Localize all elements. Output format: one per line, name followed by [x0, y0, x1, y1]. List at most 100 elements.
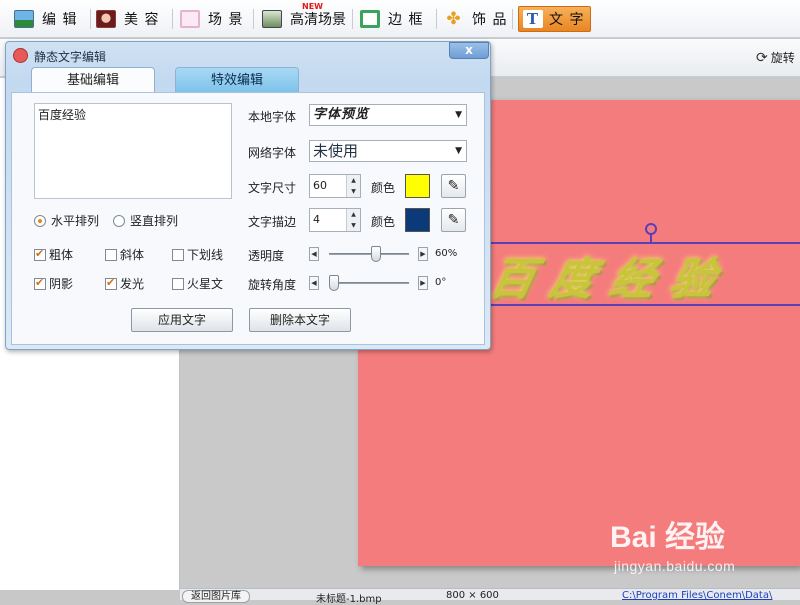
text-color-label: 颜色: [371, 181, 396, 195]
glow-label: 发光: [120, 277, 145, 291]
martian-text-checkbox[interactable]: 火星文: [172, 275, 223, 292]
edit-tab-label: 编 辑: [42, 12, 78, 28]
checkbox-checked-icon: [105, 276, 117, 290]
slider-right-icon[interactable]: ▶: [418, 276, 428, 290]
status-filename: 未标题-1.bmp: [316, 594, 382, 605]
checkbox-unchecked-icon: [172, 248, 184, 261]
tab-effects-edit[interactable]: 特效编辑: [175, 67, 299, 93]
rotation-slider-thumb[interactable]: [329, 275, 339, 291]
ornament-tab-label: 饰 品: [472, 12, 508, 28]
text-color-swatch[interactable]: [405, 174, 430, 198]
hd-scene-tab-label: 高清场景: [290, 12, 346, 28]
rotation-value: 0°: [435, 277, 447, 288]
horizontal-layout-radio[interactable]: 水平排列: [34, 212, 99, 229]
close-button[interactable]: x: [449, 42, 489, 59]
shadow-label: 阴影: [49, 277, 74, 291]
tab-basic-edit[interactable]: 基础编辑: [31, 67, 155, 93]
toolbar-divider: [253, 9, 254, 29]
toolbar-divider: [90, 9, 91, 29]
net-font-select[interactable]: 未使用 ▼: [309, 140, 467, 162]
delete-text-button[interactable]: 删除本文字: [249, 308, 351, 332]
text-size-stepper[interactable]: 60 ▲ ▼: [309, 174, 361, 198]
ornament-tab-button[interactable]: ✤ 饰 品: [444, 7, 507, 31]
radio-selected-icon: [34, 214, 46, 227]
text-stroke-stepper[interactable]: 4 ▲ ▼: [309, 208, 361, 232]
rotation-slider-track[interactable]: [329, 282, 409, 284]
dialog-title: 静态文字编辑: [34, 50, 107, 64]
rotate-handle[interactable]: [645, 223, 657, 235]
opacity-slider-thumb[interactable]: [371, 246, 381, 262]
status-file-path[interactable]: C:\Program Files\Conem\Data\: [622, 590, 772, 601]
stroke-color-swatch[interactable]: [405, 208, 430, 232]
scene-frame-icon: [180, 10, 200, 28]
net-font-value: 未使用: [313, 142, 359, 160]
eyedropper-icon[interactable]: ✎: [441, 174, 466, 198]
main-toolbar: 编 辑 美 容 场 景 高清场景 NEW 边 框 ✤ 饰 品 T 文 字: [0, 0, 800, 38]
local-font-value: 字体预览: [313, 107, 370, 122]
checkbox-unchecked-icon: [172, 277, 184, 290]
stepper-arrows-icon[interactable]: ▲ ▼: [346, 209, 360, 231]
chevron-down-icon: ▼: [455, 146, 462, 156]
net-font-label: 网络字体: [248, 146, 297, 160]
rotate-button[interactable]: ⟳ 旋转: [756, 49, 795, 66]
toolbar-divider: [172, 9, 173, 29]
new-badge: NEW: [302, 2, 323, 11]
toolbar-divider: [436, 9, 437, 29]
border-tab-button[interactable]: 边 框: [360, 7, 423, 31]
static-text-edit-dialog: 静态文字编辑 x 基础编辑 特效编辑 百度经验 水平排列 竖直排列 粗体 斜体 …: [5, 41, 491, 350]
text-stroke-label: 文字描边: [248, 215, 297, 229]
underline-label: 下划线: [187, 248, 224, 262]
stepper-arrows-icon[interactable]: ▲ ▼: [346, 175, 360, 197]
text-content-input[interactable]: 百度经验: [34, 103, 232, 199]
apply-text-button[interactable]: 应用文字: [131, 308, 233, 332]
text-tab-label: 文 字: [549, 12, 585, 28]
eyedropper-icon[interactable]: ✎: [441, 208, 466, 232]
landscape-photo-icon: [14, 10, 34, 28]
status-bar: 返回图片库 未标题-1.bmp 800 × 600 C:\Program Fil…: [180, 588, 800, 605]
text-size-value: 60: [313, 179, 327, 192]
status-dimensions: 800 × 600: [446, 590, 499, 601]
app-logo-icon: [13, 48, 28, 63]
opacity-label: 透明度: [248, 249, 285, 263]
edit-tab-button[interactable]: 编 辑: [14, 7, 77, 31]
slider-left-icon[interactable]: ◀: [309, 247, 319, 261]
checkbox-unchecked-icon: [105, 248, 117, 261]
opacity-value: 60%: [435, 248, 458, 259]
text-size-label: 文字尺寸: [248, 181, 297, 195]
underline-checkbox[interactable]: 下划线: [172, 246, 223, 263]
dialog-body: 百度经验 水平排列 竖直排列 粗体 斜体 下划线 阴影 发光: [11, 92, 485, 345]
vertical-layout-label: 竖直排列: [130, 214, 179, 228]
shadow-checkbox[interactable]: 阴影: [34, 275, 73, 292]
border-frame-icon: [360, 10, 380, 28]
stroke-color-label: 颜色: [371, 215, 396, 229]
scene-tab-button[interactable]: 场 景: [180, 7, 243, 31]
beauty-tab-label: 美 容: [124, 12, 160, 28]
hd-scene-icon: [262, 10, 282, 28]
toolbar-divider: [352, 9, 353, 29]
glow-checkbox[interactable]: 发光: [105, 275, 144, 292]
border-tab-label: 边 框: [388, 12, 424, 28]
rotate-arrows-icon: ⟳: [756, 49, 768, 66]
italic-label: 斜体: [120, 248, 145, 262]
opacity-slider-track[interactable]: [329, 253, 409, 255]
bold-label: 粗体: [49, 248, 74, 262]
text-selection-frame[interactable]: [480, 242, 800, 306]
martian-text-label: 火星文: [187, 277, 224, 291]
rotate-label: 旋转: [770, 51, 795, 65]
scene-tab-label: 场 景: [208, 12, 244, 28]
slider-left-icon[interactable]: ◀: [309, 276, 319, 290]
text-tab-button[interactable]: T 文 字: [518, 6, 592, 32]
vertical-layout-radio[interactable]: 竖直排列: [113, 212, 178, 229]
toolbar-divider: [512, 9, 513, 29]
bold-checkbox[interactable]: 粗体: [34, 246, 73, 263]
back-to-library-button[interactable]: 返回图片库: [182, 590, 250, 603]
beauty-tab-button[interactable]: 美 容: [96, 7, 159, 31]
slider-right-icon[interactable]: ▶: [418, 247, 428, 261]
checkbox-checked-icon: [34, 247, 46, 261]
checkbox-checked-icon: [34, 276, 46, 290]
local-font-label: 本地字体: [248, 110, 297, 124]
local-font-select[interactable]: 字体预览 ▼: [309, 104, 467, 126]
horizontal-layout-label: 水平排列: [51, 214, 100, 228]
italic-checkbox[interactable]: 斜体: [105, 246, 144, 263]
clover-ornament-icon: ✤: [446, 9, 462, 29]
